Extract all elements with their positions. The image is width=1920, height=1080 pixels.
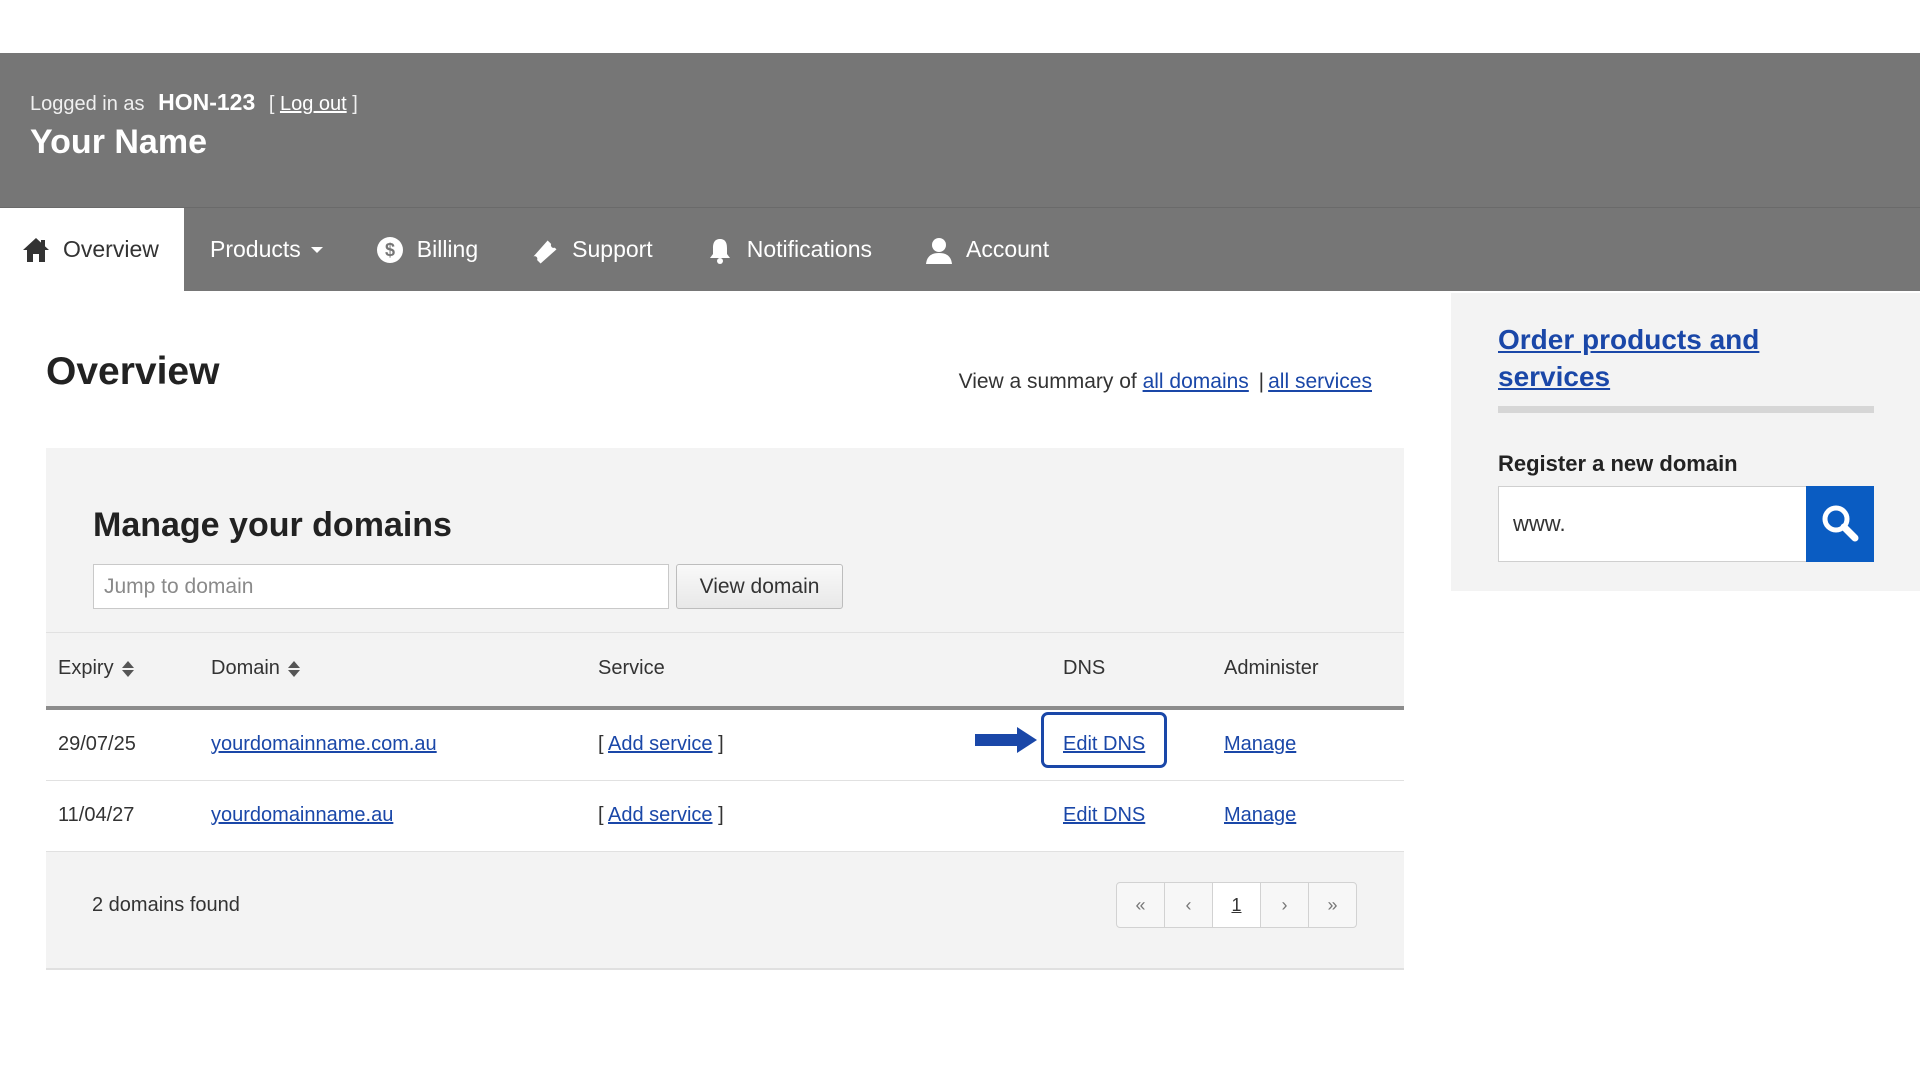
table-row: 11/04/27 yourdomainname.au [ Add service… [46,781,1404,852]
expiry-date: 11/04/27 [58,804,135,826]
expiry-date: 29/07/25 [58,733,136,755]
user-display-name: Your Name [30,123,207,161]
bracket-open: [ [268,93,275,115]
dollar-icon: $ [375,235,405,265]
service-cell: [ Add service ] [598,733,724,756]
nav-item-account[interactable]: Account [898,208,1075,291]
column-administer: Administer [1224,657,1318,680]
pager-next[interactable]: › [1261,883,1309,927]
domains-table: Expiry Domain Service DNS Administer 29/… [46,632,1404,852]
nav-item-support[interactable]: Support [504,208,679,291]
pager-prev[interactable]: ‹ [1165,883,1213,927]
manage-link[interactable]: Manage [1224,804,1296,827]
search-icon [1820,503,1860,546]
logout-wrapper: [ Log out ] [269,93,358,115]
sort-icon [287,660,300,677]
column-domain[interactable]: Domain [211,657,300,680]
domain-link[interactable]: yourdomainname.au [211,804,393,827]
nav-label-notifications: Notifications [746,236,872,262]
summary-prefix: View a summary of [958,370,1137,393]
nav-item-billing[interactable]: $ Billing [349,208,504,291]
column-expiry-label: Expiry [58,657,114,679]
sidebar: Order products and services Register a n… [1451,293,1920,591]
bracket-open: [ [598,804,604,826]
domain-link[interactable]: yourdomainname.com.au [211,733,437,756]
nav-item-products[interactable]: Products [184,208,349,291]
main-nav: Overview Products $ Billing Support Noti… [0,208,1920,291]
chevron-down-icon [310,246,323,253]
domains-found-count: 2 domains found [92,894,240,916]
manage-domains-panel: Manage your domains View domain Expiry D… [46,448,1404,970]
column-service-label: Service [598,657,665,679]
all-domains-link[interactable]: all domains [1143,370,1249,393]
user-id: HON-123 [158,89,256,115]
nav-label-overview: Overview [63,236,159,262]
panel-title: Manage your domains [93,506,452,544]
bracket-close: ] [352,93,358,115]
table-header: Expiry Domain Service DNS Administer [46,632,1404,710]
svg-text:$: $ [385,240,395,260]
column-service: Service [598,657,665,680]
add-service-link[interactable]: Add service [608,804,713,826]
sort-icon [121,660,134,677]
home-icon [21,235,51,265]
pager-last[interactable]: » [1309,883,1356,927]
column-domain-label: Domain [211,657,280,679]
bracket-close: ] [718,733,724,755]
domain-search-button[interactable] [1806,486,1874,562]
edit-dns-link[interactable]: Edit DNS [1063,804,1145,827]
table-row: 29/07/25 yourdomainname.com.au [ Add ser… [46,710,1404,781]
sidebar-divider [1498,406,1874,413]
account-header: Logged in as HON-123 [ Log out ] Your Na… [0,53,1920,209]
logged-in-prefix: Logged in as [30,93,145,115]
logout-link[interactable]: Log out [280,93,347,115]
column-administer-label: Administer [1224,657,1319,679]
manage-link[interactable]: Manage [1224,733,1296,756]
summary-links: View a summary of all domains | all servi… [959,370,1372,394]
nav-item-overview[interactable]: Overview [0,208,184,291]
view-domain-button[interactable]: View domain [676,564,843,609]
bell-icon [705,235,735,265]
nav-label-support: Support [572,236,653,262]
pagination: « ‹ 1 › » [1116,882,1357,928]
column-expiry[interactable]: Expiry [58,657,134,680]
pointer-arrow-icon [975,727,1037,753]
register-domain-input[interactable] [1498,486,1808,562]
pager-page-current[interactable]: 1 [1213,883,1261,927]
nav-item-notifications[interactable]: Notifications [679,208,898,291]
nav-label-billing: Billing [416,236,479,262]
order-products-link[interactable]: Order products and services [1498,321,1818,395]
column-dns-label: DNS [1063,657,1106,679]
nav-label-account: Account [965,236,1050,262]
pager-first[interactable]: « [1117,883,1165,927]
bracket-close: ] [718,804,724,826]
user-icon [924,235,954,265]
page-title: Overview [46,350,220,393]
all-services-link[interactable]: all services [1268,370,1372,393]
service-cell: [ Add service ] [598,804,724,827]
register-domain-label: Register a new domain [1498,451,1738,476]
nav-label-products: Products [210,236,301,262]
ticket-icon [530,235,560,265]
summary-separator: | [1258,370,1265,393]
add-service-link[interactable]: Add service [608,733,713,755]
login-status: Logged in as HON-123 [ Log out ] [30,89,358,116]
jump-to-domain-input[interactable] [93,564,669,609]
edit-dns-link[interactable]: Edit DNS [1063,733,1145,756]
column-dns: DNS [1063,657,1105,680]
bracket-open: [ [598,733,604,755]
